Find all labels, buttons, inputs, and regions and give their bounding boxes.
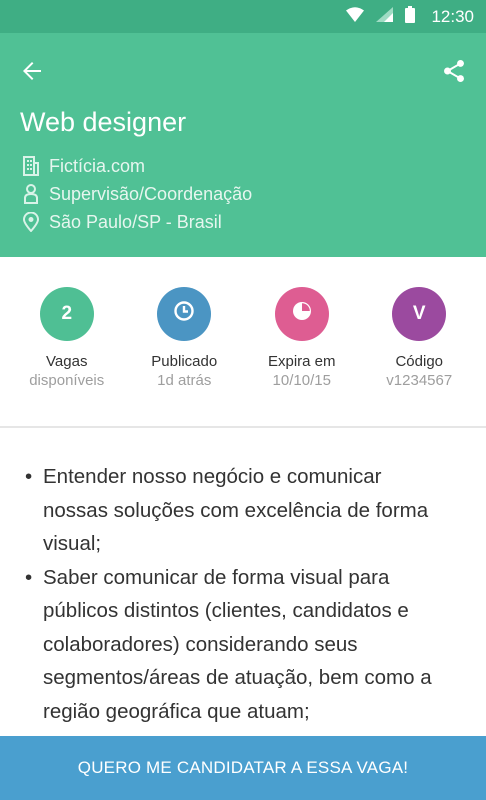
- bullet-icon: •: [25, 465, 33, 488]
- status-icons: 12:30: [346, 0, 474, 33]
- share-icon: [441, 58, 467, 89]
- stat-publicado-sub: 1d atrás: [157, 372, 212, 389]
- stat-publicado-circle: [157, 287, 212, 341]
- battery-icon: [405, 5, 416, 28]
- apply-button-label: QUERO ME CANDIDATAR A ESSA VAGA!: [77, 758, 409, 777]
- stat-publicado: Publicado 1d atrás: [129, 257, 239, 427]
- stat-expira-circle: [274, 287, 329, 341]
- stat-codigo-label: Código: [395, 353, 444, 370]
- company-row: Fictícia.com: [20, 152, 252, 180]
- job-meta: Fictícia.com Supervisão/Coordenação São …: [20, 152, 252, 236]
- signal-icon: [376, 6, 394, 27]
- wifi-icon: [346, 6, 365, 27]
- stat-expira-sub: 10/10/15: [272, 372, 331, 389]
- job-header: Web designer Fictícia.com Supervisão/Coo…: [0, 33, 486, 257]
- job-title: Web designer: [20, 107, 187, 137]
- company-name: Fictícia.com: [49, 155, 146, 176]
- building-icon: [20, 155, 42, 177]
- section-divider: [0, 426, 486, 428]
- job-level: Supervisão/Coordenação: [49, 183, 253, 204]
- stat-codigo-sub: v1234567: [386, 372, 453, 389]
- stat-vagas-sub: disponíveis: [29, 372, 105, 389]
- bullet-icon: •: [25, 565, 33, 589]
- stat-vagas-label: Vagas: [46, 353, 88, 370]
- job-description[interactable]: • Entender nosso negócio e comunicar noss…: [22, 460, 442, 735]
- clock-icon: [173, 300, 195, 328]
- stat-codigo-circle: V: [392, 287, 447, 341]
- back-button[interactable]: [14, 55, 50, 91]
- job-stats: 2 Vagas disponíveis Publicado 1d atrás E…: [0, 257, 486, 427]
- stat-codigo: V Código v1234567: [364, 257, 474, 427]
- stat-codigo-value: V: [412, 303, 426, 324]
- stat-publicado-label: Publicado: [151, 353, 218, 370]
- description-text: Entender nosso negócio e comunicar nossa…: [43, 465, 429, 555]
- arrow-back-icon: [20, 59, 44, 88]
- stat-vagas-circle: 2: [39, 287, 94, 341]
- status-time: 12:30: [431, 6, 474, 26]
- description-text: Saber comunicar de forma visual para púb…: [43, 565, 432, 723]
- description-item: • Saber comunicar de forma visual para pú…: [22, 561, 442, 729]
- stat-expira: Expira em 10/10/15: [247, 257, 357, 427]
- status-bar: 12:30: [0, 0, 486, 33]
- person-icon: [20, 183, 42, 205]
- level-row: Supervisão/Coordenação: [20, 180, 252, 208]
- stat-vagas-value: 2: [61, 303, 73, 324]
- stat-vagas: 2 Vagas disponíveis: [12, 257, 122, 427]
- share-button[interactable]: [436, 55, 472, 91]
- job-location: São Paulo/SP - Brasil: [49, 211, 222, 232]
- apply-button[interactable]: QUERO ME CANDIDATAR A ESSA VAGA!: [0, 736, 486, 800]
- location-pin-icon: [20, 211, 42, 233]
- description-list: • Entender nosso negócio e comunicar noss…: [22, 460, 442, 728]
- pie-icon: [291, 300, 313, 328]
- description-item: • Entender nosso negócio e comunicar noss…: [22, 460, 442, 561]
- stat-expira-label: Expira em: [267, 353, 336, 370]
- location-row: São Paulo/SP - Brasil: [20, 208, 252, 236]
